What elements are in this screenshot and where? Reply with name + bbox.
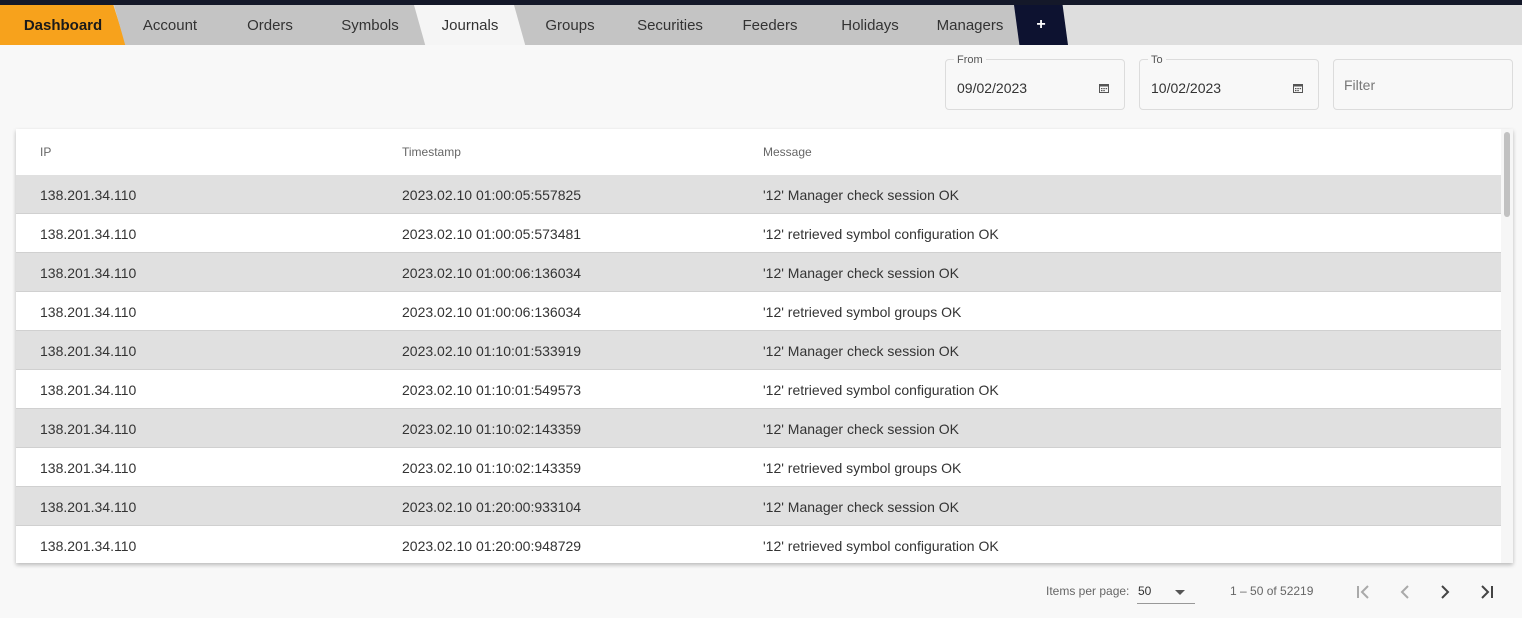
cell-timestamp: 2023.02.10 01:10:01:549573 xyxy=(402,382,582,398)
cell-message: '12' retrieved symbol configuration OK xyxy=(763,538,999,554)
cell-ip: 138.201.34.110 xyxy=(40,382,137,398)
cell-ip: 138.201.34.110 xyxy=(40,304,137,320)
cell-ip: 138.201.34.110 xyxy=(40,538,137,554)
tab-account[interactable]: Account xyxy=(114,5,226,45)
last-page-button[interactable] xyxy=(1471,578,1499,606)
tab-dashboard[interactable]: Dashboard xyxy=(0,5,126,45)
cell-message: '12' Manager check session OK xyxy=(763,421,959,437)
table-row[interactable]: 138.201.34.110 2023.02.10 01:00:06:13603… xyxy=(16,253,1501,292)
previous-page-button[interactable] xyxy=(1391,578,1419,606)
table-row[interactable]: 138.201.34.110 2023.02.10 01:10:02:14335… xyxy=(16,448,1501,487)
cell-ip: 138.201.34.110 xyxy=(40,187,137,203)
chevron-left-icon xyxy=(1400,585,1409,599)
column-header-ip[interactable]: IP xyxy=(40,145,51,159)
last-page-icon xyxy=(1481,585,1493,599)
from-date-value[interactable]: 09/02/2023 xyxy=(957,80,1027,96)
scrollbar-thumb[interactable] xyxy=(1504,132,1510,217)
cell-timestamp: 2023.02.10 01:00:06:136034 xyxy=(402,265,582,281)
table-row[interactable]: 138.201.34.110 2023.02.10 01:00:06:13603… xyxy=(16,292,1501,331)
add-tab-button[interactable]: + xyxy=(1014,5,1068,45)
cell-timestamp: 2023.02.10 01:20:00:933104 xyxy=(402,499,582,515)
page-range-label: 1 – 50 of 52219 xyxy=(1230,584,1314,598)
cell-timestamp: 2023.02.10 01:10:01:533919 xyxy=(402,343,582,359)
vertical-scrollbar[interactable] xyxy=(1501,129,1513,563)
cell-timestamp: 2023.02.10 01:20:00:948729 xyxy=(402,538,582,554)
cell-message: '12' Manager check session OK xyxy=(763,499,959,515)
next-page-button[interactable] xyxy=(1431,578,1459,606)
cell-ip: 138.201.34.110 xyxy=(40,343,137,359)
column-header-timestamp[interactable]: Timestamp xyxy=(402,145,461,159)
table-row[interactable]: 138.201.34.110 2023.02.10 01:00:05:55782… xyxy=(16,175,1501,214)
to-date-value[interactable]: 10/02/2023 xyxy=(1151,80,1221,96)
table-row[interactable]: 138.201.34.110 2023.02.10 01:10:01:54957… xyxy=(16,370,1501,409)
items-per-page-select[interactable]: 50 xyxy=(1137,582,1195,604)
from-date-field[interactable]: From 09/02/2023 xyxy=(945,54,1125,110)
tab-journals[interactable]: Journals xyxy=(414,5,526,45)
tab-feeders[interactable]: Feeders xyxy=(714,5,826,45)
to-date-label: To xyxy=(1148,54,1166,66)
table-row[interactable]: 138.201.34.110 2023.02.10 01:10:02:14335… xyxy=(16,409,1501,448)
items-per-page-label: Items per page: xyxy=(1046,584,1130,598)
first-page-icon xyxy=(1357,585,1369,599)
tab-groups[interactable]: Groups xyxy=(514,5,626,45)
cell-ip: 138.201.34.110 xyxy=(40,226,137,242)
table-row[interactable]: 138.201.34.110 2023.02.10 01:20:00:93310… xyxy=(16,487,1501,526)
table-row[interactable]: 138.201.34.110 2023.02.10 01:20:00:94872… xyxy=(16,526,1501,563)
cell-message: '12' retrieved symbol groups OK xyxy=(763,460,962,476)
calendar-icon[interactable] xyxy=(1293,83,1303,93)
filter-placeholder: Filter xyxy=(1344,77,1376,93)
journal-table: IP Timestamp Message 138.201.34.110 2023… xyxy=(16,129,1513,563)
cell-ip: 138.201.34.110 xyxy=(40,421,137,437)
from-date-label: From xyxy=(954,54,986,66)
cell-message: '12' retrieved symbol groups OK xyxy=(763,304,962,320)
cell-message: '12' Manager check session OK xyxy=(763,187,959,203)
table-row[interactable]: 138.201.34.110 2023.02.10 01:00:05:57348… xyxy=(16,214,1501,253)
filter-input[interactable]: Filter xyxy=(1333,59,1513,110)
table-header: IP Timestamp Message xyxy=(16,129,1501,175)
cell-timestamp: 2023.02.10 01:00:06:136034 xyxy=(402,304,582,320)
cell-ip: 138.201.34.110 xyxy=(40,460,137,476)
tab-symbols[interactable]: Symbols xyxy=(314,5,426,45)
tab-holidays[interactable]: Holidays xyxy=(814,5,926,45)
cell-timestamp: 2023.02.10 01:10:02:143359 xyxy=(402,460,582,476)
cell-message: '12' Manager check session OK xyxy=(763,343,959,359)
cell-message: '12' retrieved symbol configuration OK xyxy=(763,382,999,398)
items-per-page-value: 50 xyxy=(1138,584,1152,598)
cell-timestamp: 2023.02.10 01:00:05:557825 xyxy=(402,187,582,203)
cell-message: '12' retrieved symbol configuration OK xyxy=(763,226,999,242)
to-date-field[interactable]: To 10/02/2023 xyxy=(1139,54,1319,110)
column-header-message[interactable]: Message xyxy=(763,145,812,159)
tab-managers[interactable]: Managers xyxy=(914,5,1026,45)
chevron-right-icon xyxy=(1441,585,1450,599)
first-page-button[interactable] xyxy=(1351,578,1379,606)
cell-ip: 138.201.34.110 xyxy=(40,265,137,281)
cell-timestamp: 2023.02.10 01:10:02:143359 xyxy=(402,421,582,437)
cell-ip: 138.201.34.110 xyxy=(40,499,137,515)
tab-orders[interactable]: Orders xyxy=(214,5,326,45)
calendar-icon[interactable] xyxy=(1099,83,1109,93)
table-row[interactable]: 138.201.34.110 2023.02.10 01:10:01:53391… xyxy=(16,331,1501,370)
cell-timestamp: 2023.02.10 01:00:05:573481 xyxy=(402,226,582,242)
cell-message: '12' Manager check session OK xyxy=(763,265,959,281)
chevron-down-icon xyxy=(1175,590,1185,595)
tab-securities[interactable]: Securities xyxy=(614,5,726,45)
